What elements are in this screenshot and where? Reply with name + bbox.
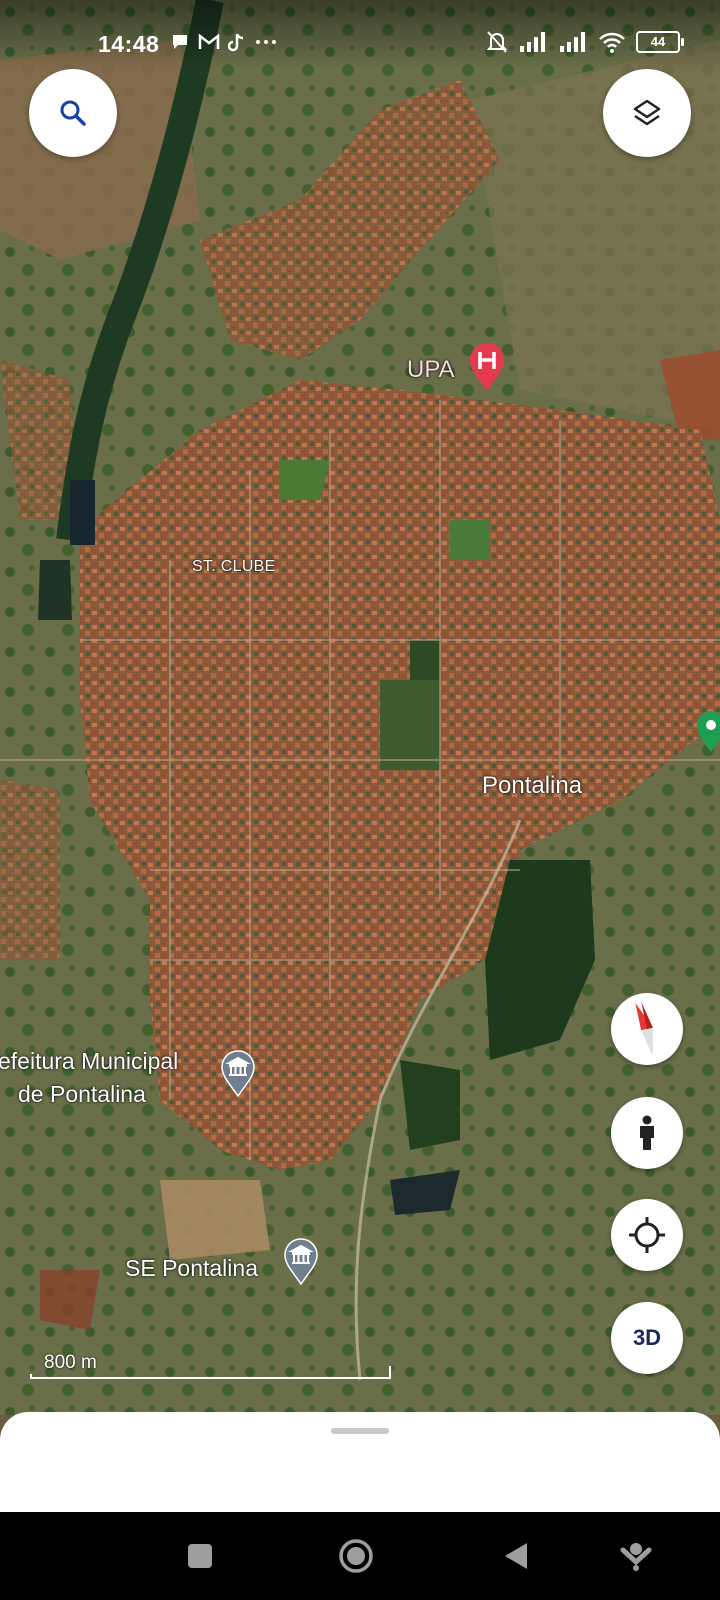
3d-label: 3D [632, 1325, 662, 1350]
pegman-icon [640, 1115, 654, 1150]
upa-label[interactable]: UPA [407, 356, 455, 384]
recents-button[interactable] [180, 1536, 220, 1576]
my-location-icon [629, 1217, 665, 1253]
chat-icon [173, 35, 187, 49]
notification-icons [170, 32, 278, 52]
satellite-map[interactable] [0, 0, 720, 1415]
layers-icon [633, 99, 661, 126]
search-button[interactable] [29, 69, 117, 157]
st-clube-label[interactable]: ST. CLUBE [192, 558, 276, 576]
my-location-button[interactable] [611, 1199, 683, 1271]
back-triangle-icon [505, 1543, 527, 1569]
gmail-icon [198, 33, 220, 49]
status-bar: 14:48 44 [0, 0, 720, 70]
prefeitura-label-line2[interactable]: de Pontalina [18, 1081, 146, 1108]
home-button[interactable] [336, 1536, 376, 1576]
compass-button[interactable] [611, 993, 683, 1065]
bottom-sheet[interactable] [0, 1412, 720, 1512]
scale-line [30, 1366, 391, 1379]
status-time: 14:48 [98, 31, 160, 57]
se-pontalina-label[interactable]: SE Pontalina [125, 1255, 258, 1282]
prefeitura-label-line1[interactable]: efeitura Municipal [0, 1048, 178, 1075]
screen: 14:48 44 UPA ST. CLUBE Pontalina efeitur… [0, 0, 720, 1600]
system-status-icons: 44 [486, 30, 684, 54]
navigation-bar [0, 1512, 720, 1600]
assistant-icon [620, 1543, 652, 1571]
pontalina-label[interactable]: Pontalina [482, 772, 582, 800]
hospital-pin-icon[interactable] [468, 343, 506, 393]
home-circle-icon [339, 1539, 373, 1573]
signal-icon [520, 32, 545, 52]
drag-handle[interactable] [331, 1428, 389, 1434]
more-dots-icon [256, 40, 276, 44]
3d-button[interactable]: 3D [611, 1302, 683, 1374]
street-view-button[interactable] [611, 1097, 683, 1169]
back-button[interactable] [496, 1536, 536, 1576]
government-pin-icon[interactable] [283, 1238, 319, 1286]
signal-icon [560, 32, 585, 52]
battery-level: 44 [650, 34, 666, 49]
mute-icon [486, 31, 508, 53]
government-pin-icon[interactable] [220, 1050, 256, 1098]
place-pin-icon[interactable] [696, 710, 720, 754]
tiktok-icon [228, 33, 244, 52]
battery-indicator: 44 [636, 31, 684, 53]
layers-button[interactable] [603, 69, 691, 157]
scale-bar: 800 m [30, 1352, 391, 1379]
compass-icon [635, 1001, 653, 1057]
wifi-icon [599, 32, 625, 53]
assistant-button[interactable] [616, 1536, 656, 1576]
search-icon [60, 100, 86, 126]
recents-square-icon [188, 1544, 212, 1568]
